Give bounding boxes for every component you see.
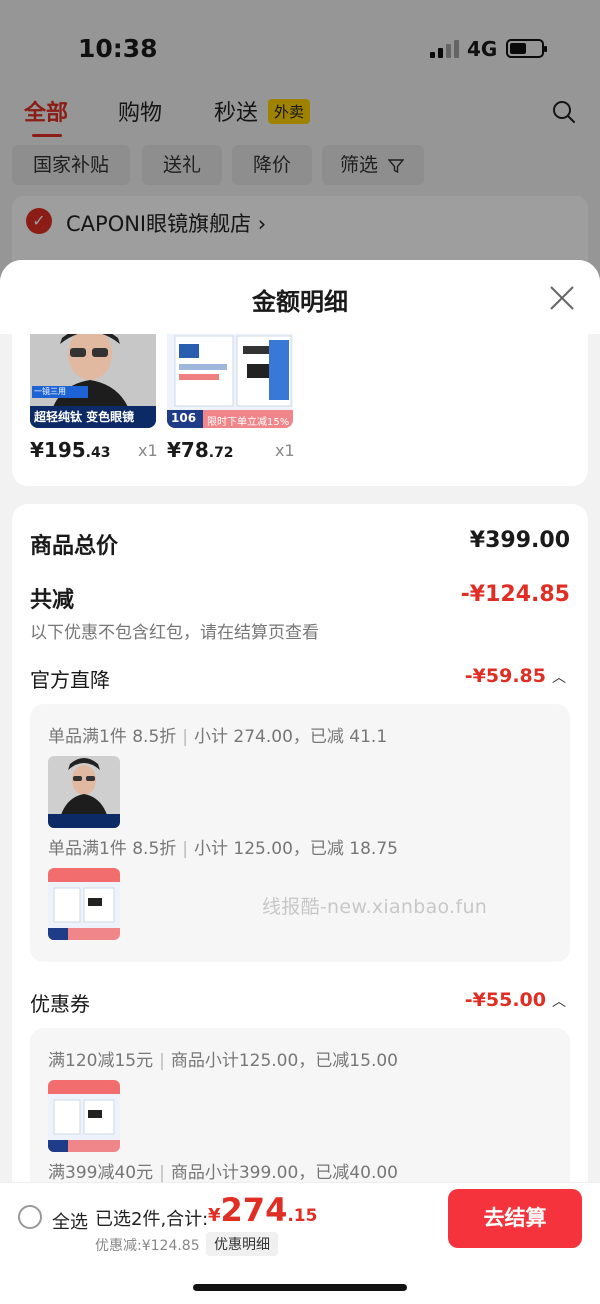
sheet-header: 金额明细	[0, 260, 600, 334]
official-rule-1: 单品满1件 8.5折 | 小计 274.00，已减 41.1	[48, 727, 388, 747]
home-indicator	[193, 1284, 407, 1291]
official-discount-label: 官方直降	[30, 668, 110, 692]
coupon-rule-1-thumbnail	[48, 1080, 120, 1152]
total-off-label: 共减	[30, 588, 75, 613]
chevron-up-icon: ︿	[552, 670, 566, 686]
goods-total-label: 商品总价	[30, 534, 119, 559]
checkout-button[interactable]: 去结算	[448, 1189, 582, 1248]
product-list: 一镜三用 超轻纯钛 变色眼镜 ¥195.43 x1 106 限时下单立减15%	[12, 334, 588, 486]
official-discount-details: 单品满1件 8.5折 | 小计 274.00，已减 41.1 单品满1件 8.5折 |…	[30, 704, 570, 962]
total-price: ¥274.15	[208, 1191, 318, 1229]
official-rule-2-thumbnail	[48, 868, 120, 940]
select-all-radio[interactable]	[18, 1205, 42, 1229]
official-discount-toggle[interactable]: -¥59.85 ︿	[465, 665, 566, 687]
amount-detail-sheet: 金额明细 一镜三用 超轻纯钛 变色眼镜 ¥195.43 x1 106 限时下单立…	[0, 260, 600, 1304]
close-icon[interactable]	[548, 284, 576, 312]
coupon-toggle[interactable]: -¥55.00 ︿	[465, 989, 566, 1011]
total-off-value: -¥124.85	[460, 582, 570, 607]
product-thumbnail-glasses[interactable]: 一镜三用 超轻纯钛 变色眼镜	[30, 334, 156, 428]
sheet-title: 金额明细	[252, 288, 348, 316]
price-breakdown-card: 商品总价 ¥399.00 共减 -¥124.85 以下优惠不包含红包，请在结算页…	[12, 504, 588, 1288]
product-1-qty: x1	[138, 441, 158, 460]
goods-total-value: ¥399.00	[469, 528, 570, 553]
product-1-caption: 超轻纯钛 变色眼镜	[34, 410, 135, 424]
chevron-up-icon: ︿	[552, 994, 566, 1010]
coupon-label: 优惠券	[30, 992, 90, 1016]
discount-detail-button[interactable]: 优惠明细	[206, 1232, 278, 1256]
product-2-tag: 106	[171, 411, 197, 425]
discount-amount: 优惠减:¥124.85	[95, 1238, 200, 1254]
product-2-caption: 限时下单立减15%	[207, 417, 290, 428]
total-off-note: 以下优惠不包含红包，请在结算页查看	[30, 623, 319, 643]
watermark-text: 线报酷-new.xianbao.fun	[262, 896, 488, 918]
product-thumbnail-wipes[interactable]: 106 限时下单立减15%	[167, 334, 293, 428]
product-2-price: ¥78.72	[167, 438, 234, 462]
product-1-tag: 一镜三用	[34, 387, 66, 396]
coupon-rule-2: 满399减40元 | 商品小计399.00，已减40.00	[48, 1163, 398, 1183]
selected-summary: 已选2件,合计:	[95, 1209, 209, 1230]
official-rule-2: 单品满1件 8.5折 | 小计 125.00，已减 18.75	[48, 839, 398, 859]
product-1-price: ¥195.43	[30, 438, 111, 462]
product-2-qty: x1	[275, 441, 295, 460]
coupon-rule-1: 满120减15元 | 商品小计125.00，已减15.00	[48, 1051, 398, 1071]
official-rule-1-thumbnail	[48, 756, 120, 828]
select-all-label[interactable]: 全选	[52, 1208, 88, 1234]
